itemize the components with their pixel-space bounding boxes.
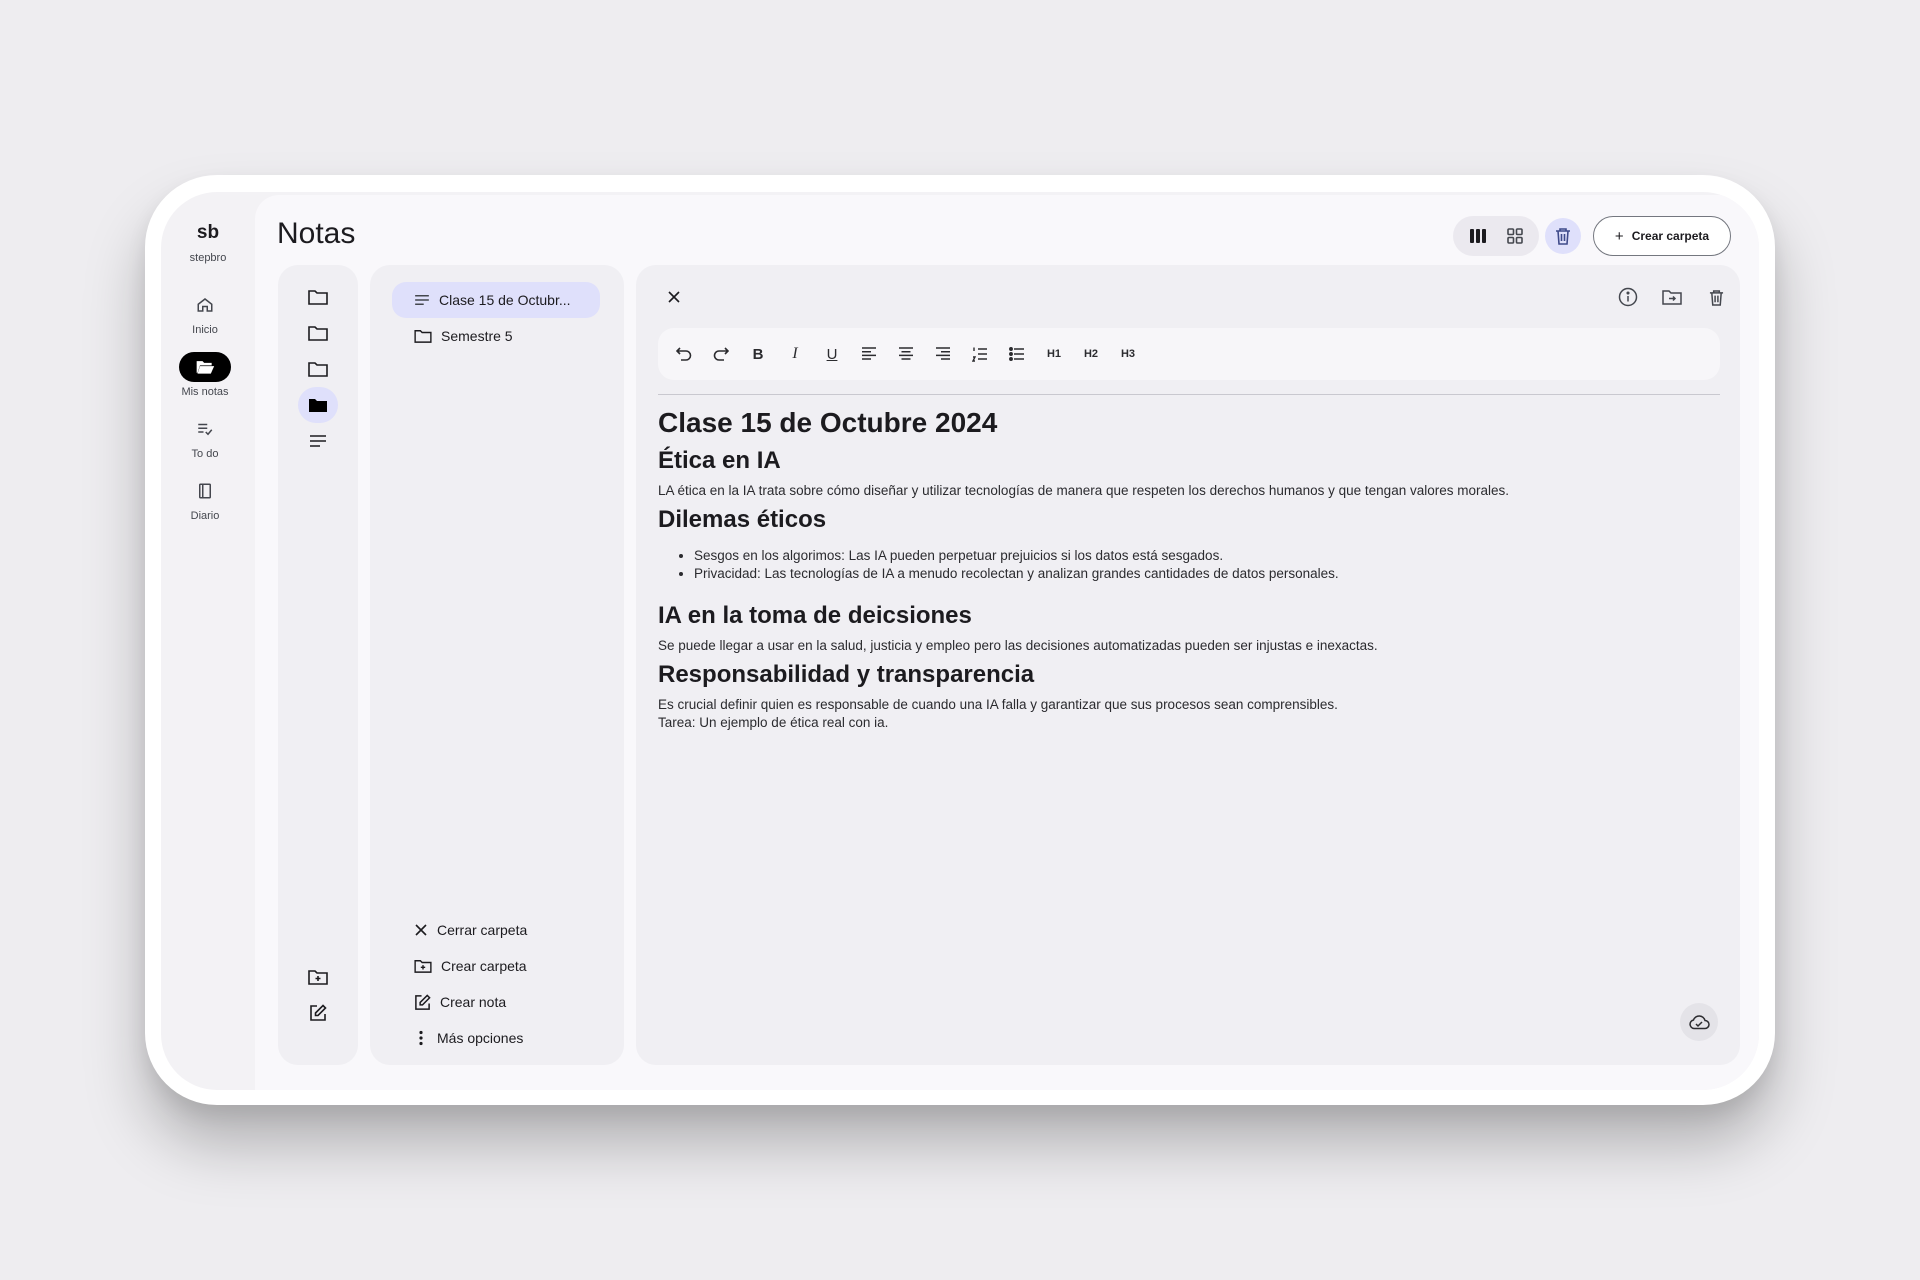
nav-item-inicio[interactable]: Inicio <box>161 290 255 346</box>
book-icon <box>179 476 231 506</box>
note-icon <box>415 294 429 306</box>
checklist-icon <box>179 414 231 444</box>
folder-icon <box>414 330 432 343</box>
section-heading: Dilemas éticos <box>658 506 827 533</box>
heading-1-button[interactable]: H1 <box>1038 338 1070 370</box>
undo-icon[interactable] <box>668 338 700 370</box>
section-text: LA ética en la IA trata sobre cómo diseñ… <box>658 483 1509 498</box>
home-icon <box>179 290 231 320</box>
align-left-icon[interactable] <box>853 338 885 370</box>
plus-icon: + <box>1614 227 1624 245</box>
nav-label: Diario <box>190 510 220 522</box>
create-folder-label: Crear carpeta <box>1631 229 1710 243</box>
grid-view-icon[interactable] <box>1499 220 1531 252</box>
more-vert-icon <box>419 1030 423 1046</box>
folder-add-icon <box>414 960 432 973</box>
list-item-note[interactable]: Clase 15 de Octubr... <box>392 282 600 318</box>
bullet-list-icon[interactable] <box>1001 338 1033 370</box>
bullet-list: Sesgos en los algorimos: Las IA pueden p… <box>694 547 1708 583</box>
create-folder-button[interactable]: + Crear carpeta <box>1593 216 1731 256</box>
close-icon <box>415 924 427 936</box>
section-text: Es crucial definir quien es responsable … <box>658 697 1338 712</box>
underline-icon[interactable]: U <box>816 338 848 370</box>
align-right-icon[interactable] <box>927 338 959 370</box>
folder-icon[interactable] <box>298 351 338 387</box>
trash-icon[interactable] <box>1545 218 1581 254</box>
section-heading: Responsabilidad y transparencia <box>658 661 1035 688</box>
action-label: Más opciones <box>437 1030 524 1046</box>
nav-label: Inicio <box>192 324 218 336</box>
note-content[interactable]: Clase 15 de Octubre 2024 Ética en IA LA … <box>658 407 1708 738</box>
nav-rail: sb stepbro Inicio Mis notas To do Diario <box>161 192 255 1090</box>
delete-icon[interactable] <box>1700 281 1732 313</box>
redo-icon[interactable] <box>705 338 737 370</box>
action-label: Cerrar carpeta <box>437 922 528 938</box>
close-folder-button[interactable]: Cerrar carpeta <box>392 914 600 946</box>
create-note-action[interactable]: Crear nota <box>392 986 600 1018</box>
main-area: Notas + Crear carpeta Clase 15 de Octubr… <box>255 195 1759 1090</box>
section-text: Se puede llegar a usar en la salud, just… <box>658 638 1378 653</box>
section-heading: Ética en IA <box>658 447 781 474</box>
note-title: Clase 15 de Octubre 2024 <box>658 407 998 438</box>
list-item-label: Clase 15 de Octubr... <box>439 292 571 308</box>
ordered-list-icon[interactable] <box>964 338 996 370</box>
list-item-folder[interactable]: Semestre 5 <box>392 318 600 354</box>
view-toggle <box>1453 216 1539 256</box>
nav-item-mis-notas[interactable]: Mis notas <box>161 352 255 408</box>
format-toolbar: B I U H1 H2 H3 <box>658 328 1720 380</box>
brand-logo: sb <box>196 222 220 243</box>
section-heading: IA en la toma de deicsiones <box>658 602 972 629</box>
edit-note-icon <box>415 993 431 1010</box>
folder-icon[interactable] <box>298 279 338 315</box>
action-label: Crear nota <box>440 994 507 1010</box>
columns-view-icon[interactable] <box>1462 220 1494 252</box>
move-to-folder-icon[interactable] <box>1656 281 1688 313</box>
heading-2-button[interactable]: H2 <box>1075 338 1107 370</box>
align-center-icon[interactable] <box>890 338 922 370</box>
folder-filled-icon[interactable] <box>298 387 338 423</box>
toolbar-divider <box>658 394 1720 395</box>
notes-list: Clase 15 de Octubr... Semestre 5 Cerrar … <box>370 265 624 1065</box>
app-window: sb stepbro Inicio Mis notas To do Diario <box>161 192 1759 1090</box>
more-options-action[interactable]: Más opciones <box>392 1022 600 1054</box>
username: stepbro <box>189 252 227 264</box>
nav-item-diario[interactable]: Diario <box>161 476 255 532</box>
note-icon[interactable] <box>298 423 338 459</box>
folder-column <box>278 265 358 1065</box>
section-text: Tarea: Un ejemplo de ética real con ia. <box>658 715 889 730</box>
cloud-sync-icon[interactable] <box>1680 1003 1718 1041</box>
list-item: Sesgos en los algorimos: Las IA pueden p… <box>694 547 1708 565</box>
create-folder-action[interactable]: Crear carpeta <box>392 950 600 982</box>
nav-label: To do <box>191 448 219 460</box>
folder-open-icon <box>179 352 231 382</box>
close-icon[interactable] <box>658 281 690 313</box>
note-editor: B I U H1 H2 H3 Clase 15 de Octubre 2024 … <box>636 265 1740 1065</box>
folder-add-icon[interactable] <box>298 959 338 995</box>
page-title: Notas <box>277 217 356 250</box>
folder-icon[interactable] <box>298 315 338 351</box>
bold-icon[interactable]: B <box>742 338 774 370</box>
list-item-label: Semestre 5 <box>441 328 513 344</box>
italic-icon[interactable]: I <box>779 338 811 370</box>
action-label: Crear carpeta <box>441 958 527 974</box>
heading-3-button[interactable]: H3 <box>1112 338 1144 370</box>
edit-note-icon[interactable] <box>298 995 338 1031</box>
list-item: Privacidad: Las tecnologías de IA a menu… <box>694 565 1708 583</box>
nav-item-to-do[interactable]: To do <box>161 414 255 470</box>
nav-label: Mis notas <box>181 386 229 398</box>
info-icon[interactable] <box>1612 281 1644 313</box>
